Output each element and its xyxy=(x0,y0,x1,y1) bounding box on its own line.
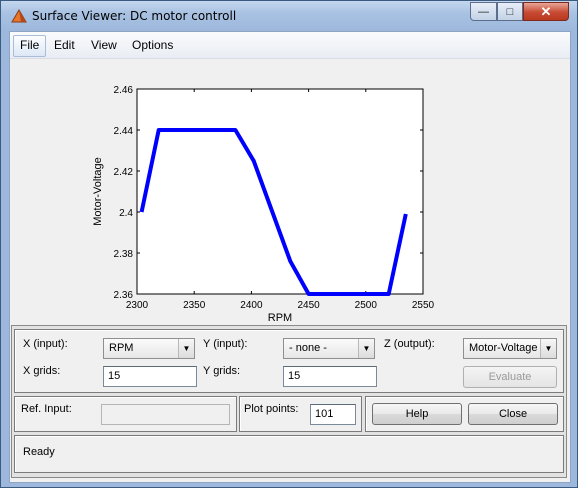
y-grids-input[interactable]: 15 xyxy=(283,366,377,387)
menu-file[interactable]: File xyxy=(13,35,47,57)
window-close-button[interactable]: ✕ xyxy=(523,2,569,21)
menu-options[interactable]: Options xyxy=(126,35,179,55)
client-area: File Edit View Options 2300 2350 2400 2450 2… xyxy=(9,31,571,483)
help-button[interactable]: Help xyxy=(372,403,462,425)
y-tick-label: 2.42 xyxy=(114,167,134,178)
x-axis-label: RPM xyxy=(268,312,292,324)
close-icon: ✕ xyxy=(540,3,552,19)
ref-input-field[interactable] xyxy=(101,404,230,425)
plot-points-input[interactable]: 101 xyxy=(310,404,356,425)
z-output-label: Z (output): xyxy=(384,338,435,350)
x-tick-label: 2450 xyxy=(297,300,320,311)
x-tick-label: 2300 xyxy=(126,300,149,311)
plot-area: 2300 2350 2400 2450 2500 2550 2.36 2.38 2.4 2.42 2… xyxy=(10,59,570,354)
x-tick-label: 2350 xyxy=(183,300,206,311)
surface-plot[interactable]: 2300 2350 2400 2450 2500 2550 2.36 2.38 2.4 2.42 2… xyxy=(10,59,570,329)
action-panel: Help Close xyxy=(365,396,564,432)
x-grids-input[interactable]: 15 xyxy=(103,366,197,387)
z-output-value: Motor-Voltage xyxy=(469,342,538,354)
y-input-select[interactable]: - none - ▼ xyxy=(283,338,375,359)
y-tick-label: 2.4 xyxy=(119,208,133,219)
minimize-button[interactable]: — xyxy=(470,2,497,21)
plot-points-label: Plot points: xyxy=(244,403,299,415)
x-input-value: RPM xyxy=(109,342,134,354)
y-input-value: - none - xyxy=(289,342,327,354)
close-button[interactable]: Close xyxy=(468,403,558,425)
chevron-down-icon: ▼ xyxy=(540,339,556,358)
x-tick-label: 2400 xyxy=(240,300,263,311)
ref-input-panel: Ref. Input: xyxy=(14,396,237,432)
matlab-app-icon xyxy=(11,9,27,23)
evaluate-button[interactable]: Evaluate xyxy=(463,366,557,388)
x-tick-label: 2550 xyxy=(412,300,435,311)
menu-bar: File Edit View Options xyxy=(10,32,570,59)
status-panel: Ready xyxy=(14,435,564,473)
title-bar[interactable]: Surface Viewer: DC motor controll — □ ✕ xyxy=(1,1,577,31)
ref-input-label: Ref. Input: xyxy=(21,403,72,415)
plot-axes-box xyxy=(136,88,424,295)
y-input-label: Y (input): xyxy=(203,338,248,350)
maximize-icon: □ xyxy=(506,5,514,18)
y-tick-label: 2.36 xyxy=(114,290,134,301)
io-panel: X (input): RPM ▼ Y (input): - none - ▼ Z… xyxy=(14,329,564,393)
y-tick-label: 2.38 xyxy=(114,249,134,260)
minimize-icon: — xyxy=(478,5,489,18)
x-grids-label: X grids: xyxy=(23,365,61,377)
surface-viewer-window: Surface Viewer: DC motor controll — □ ✕ … xyxy=(0,0,578,488)
maximize-button[interactable]: □ xyxy=(497,2,523,21)
window-title: Surface Viewer: DC motor controll xyxy=(32,9,237,23)
chevron-down-icon: ▼ xyxy=(358,339,374,358)
y-grids-label: Y grids: xyxy=(203,365,241,377)
status-text: Ready xyxy=(23,446,55,458)
y-axis-label: Motor-Voltage xyxy=(92,157,104,225)
control-panel: X (input): RPM ▼ Y (input): - none - ▼ Z… xyxy=(11,325,567,478)
menu-view[interactable]: View xyxy=(85,35,123,55)
x-input-label: X (input): xyxy=(23,338,68,350)
z-output-select[interactable]: Motor-Voltage ▼ xyxy=(463,338,557,359)
y-tick-label: 2.44 xyxy=(114,126,134,137)
plot-points-panel: Plot points: 101 xyxy=(239,396,362,432)
chevron-down-icon: ▼ xyxy=(178,339,194,358)
y-tick-label: 2.46 xyxy=(114,85,134,96)
x-tick-label: 2500 xyxy=(355,300,378,311)
menu-edit[interactable]: Edit xyxy=(48,35,81,55)
x-input-select[interactable]: RPM ▼ xyxy=(103,338,195,359)
